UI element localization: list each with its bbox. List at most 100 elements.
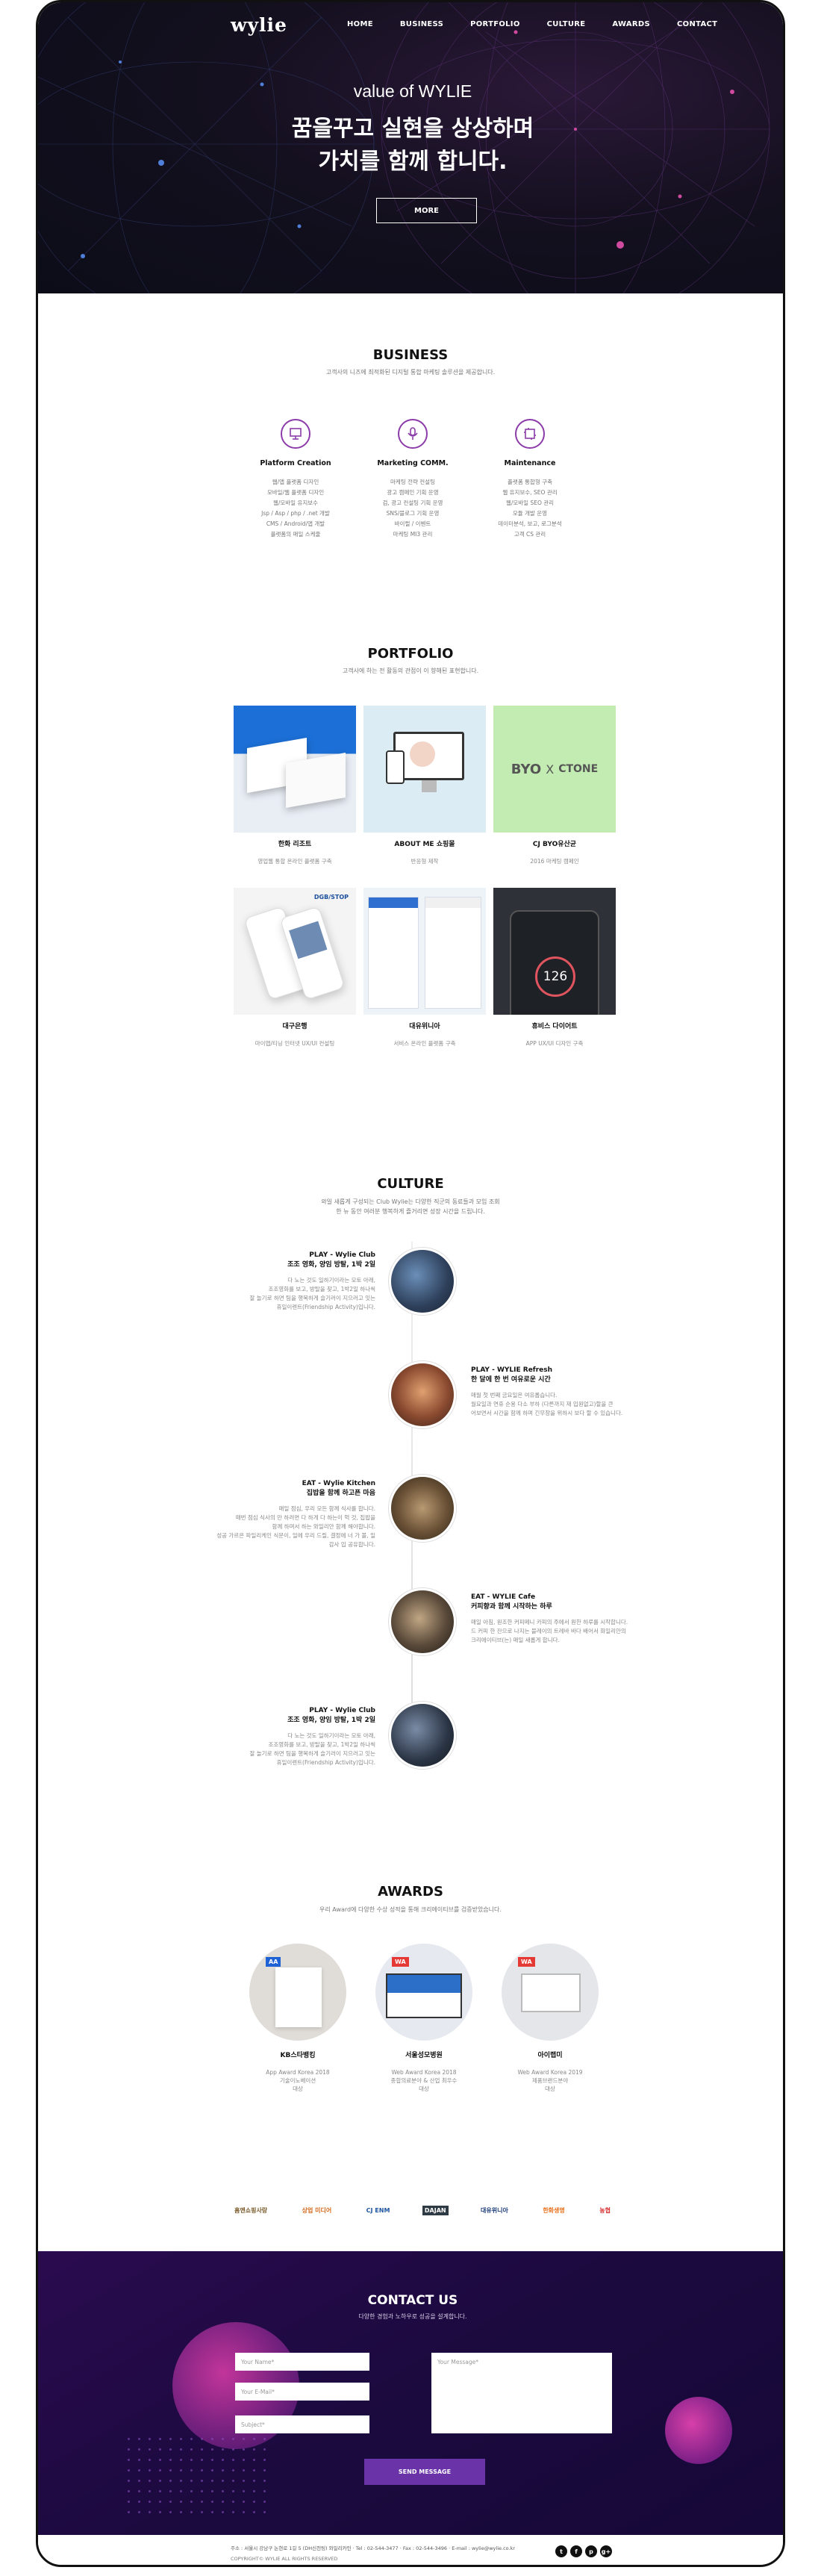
hero-title-line2: 가치를 함께 합니다. [318, 149, 508, 175]
culture-photo-3 [389, 1475, 456, 1542]
contact-title: CONTACT US [367, 2293, 458, 2308]
portfolio-thumb: DGB/STOP [234, 888, 356, 1015]
nav-awards[interactable]: AWARDS [612, 20, 650, 28]
culture-item-title: PLAY - Wylie Club 조조 영화, 양임 방탈, 1박 2일 [287, 1251, 375, 1269]
culture-item-title: EAT - WYLIE Cafe 커피향과 함께 시작하는 하루 [471, 1593, 552, 1611]
culture-item-desc: 다 노는 것도 일하기이라는 모토 아래, 조조영화를 보고, 방탈을 찾고, … [249, 1732, 376, 1766]
portfolio-item-winia[interactable]: 대유위니아 서비스 온라인 플랫폼 구축 [363, 888, 486, 1048]
culture-photo-2 [389, 1361, 456, 1428]
client-logos: 홈앤쇼핑사랑 상업 미디어 CJ ENM DAJAN 대유위니아 한화생명 농협 [232, 2205, 613, 2216]
culture-item-2: PLAY - WYLIE Refresh 한 달에 한 번 여유로운 시간 매월… [471, 1366, 665, 1418]
top-nav: wylie HOME BUSINESS PORTFOLIO CULTURE AW… [38, 13, 783, 36]
footer-address: 주소 : 서울시 강남구 논현로 1길 5 (DH신천팅) 와일리카인 · Te… [231, 2545, 516, 2551]
award-item-seoul[interactable]: WA 서울성모병원 Web Award Korea 2018 종합의료분야 & … [375, 1944, 472, 2093]
google-plus-icon[interactable]: g+ [600, 2545, 612, 2557]
portfolio-item-desc: 영업웹 통합 온라인 플랫폼 구축 [257, 858, 332, 865]
awards-desc: 우리 Award에 다양한 수상 성적을 통해 크리에이티브를 검증받았습니다. [319, 1906, 502, 1913]
hero-title-line1: 꿈을꾸고 실현을 상상하며 [291, 116, 534, 142]
footer: 주소 : 서울시 강남구 논현로 1길 5 (DH신천팅) 와일리카인 · Te… [38, 2535, 783, 2565]
twitter-icon[interactable]: t [555, 2545, 567, 2557]
x-text: X [546, 762, 555, 777]
portfolio-item-name: CJ BYO유산균 [532, 841, 577, 848]
portfolio-thumb: 126 [493, 888, 616, 1015]
platform-icon [281, 419, 310, 449]
culture-photo-1 [389, 1248, 456, 1315]
client-logo: 홈앤쇼핑사랑 [234, 2207, 268, 2214]
portfolio-item-name: 대유위니아 [409, 1023, 440, 1030]
portfolio-item-huvis[interactable]: 126 휴비스 다이어트 APP UX/UI 디자인 구축 [493, 888, 616, 1048]
client-logo: 대유위니아 [481, 2207, 508, 2214]
portfolio-title: PORTFOLIO [367, 646, 454, 662]
business-item-marketing: Marketing COMM. 마케팅 전략 컨설팅 광고 캠페인 기획 운영 … [353, 419, 472, 540]
culture-item-title: PLAY - Wylie Club 조조 영화, 양임 방탈, 1박 2일 [287, 1707, 375, 1724]
culture-item-desc: 매월 첫 번째 금요일은 여유롭습니다. 월요일과 연휴 순용 다소 부하 (다… [471, 1392, 623, 1416]
client-logo: 농협 [599, 2207, 611, 2214]
business-item-desc: 마케팅 전략 컨설팅 광고 캠페인 기획 운영 검, 광고 컨설팅 기획 운영 … [382, 479, 443, 538]
nav-home[interactable]: HOME [347, 20, 373, 28]
culture-item-3: EAT - Wylie Kitchen 집밥을 함께 하고픈 마음 매일 점심,… [181, 1479, 375, 1549]
phone-counter: 126 [535, 956, 575, 997]
culture-desc-line2: 한 뉴 동안 여러분 행복하게 즐거리면 성장 시간을 드립니다. [336, 1208, 485, 1215]
contact-subtitle: 다양한 경험과 노하우로 성공을 설계합니다. [358, 2313, 467, 2320]
award-name: KB스타뱅킹 [280, 2052, 316, 2059]
portfolio-thumb [363, 888, 486, 1015]
business-item-name: Marketing COMM. [377, 459, 449, 467]
contact-section: CONTACT US 다양한 경험과 노하우로 성공을 설계합니다. Your … [38, 2251, 783, 2535]
awards-title: AWARDS [378, 1884, 443, 1900]
portfolio-item-desc: 마이앱/티닝 인터넷 UX/UI 컨설팅 [255, 1040, 335, 1047]
message-field[interactable]: Your Message* [431, 2353, 612, 2433]
culture-item-1: PLAY - Wylie Club 조조 영화, 양임 방탈, 1박 2일 다 … [181, 1251, 376, 1312]
decor-dots [128, 2438, 274, 2521]
business-item-maintenance: Maintenance 플랫폼 통합형 구축 웹 유지보수, SEO 관리 웹/… [470, 419, 590, 540]
portfolio-thumb: BYO X CTONE [493, 706, 616, 833]
portfolio-item-byo[interactable]: BYO X CTONE CJ BYO유산균 2016 마케팅 캠페인 [493, 706, 616, 865]
dgb-badge: DGB/STOP [313, 894, 349, 900]
send-message-button[interactable]: SEND MESSAGE [364, 2459, 485, 2485]
award-item-kb[interactable]: AA KB스타뱅킹 App Award Korea 2018 기술이노베이션 대… [249, 1944, 346, 2093]
portfolio-item-desc: 반응형 제작 [410, 858, 439, 865]
nav-business[interactable]: BUSINESS [400, 20, 443, 28]
name-field[interactable]: Your Name* [235, 2353, 369, 2371]
portfolio-item-name: ABOUT ME 쇼핑몰 [394, 841, 455, 848]
marketing-icon [398, 419, 428, 449]
footer-copyright: COPYRIGHT© WYLIE ALL RIGHTS RESERVED [231, 2556, 338, 2562]
business-item-platform: Platform Creation 웹/앱 플랫폼 디자인 모바일/웹 플랫폼 … [236, 419, 355, 540]
portfolio-item-name: 대구은행 [282, 1023, 308, 1030]
nav-contact[interactable]: CONTACT [677, 20, 717, 28]
culture-item-4: EAT - WYLIE Cafe 커피향과 함께 시작하는 하루 매일 아침, … [471, 1593, 665, 1645]
subject-field[interactable]: Subject* [235, 2415, 369, 2433]
portfolio-item-desc: 2016 마케팅 캠페인 [530, 858, 579, 865]
client-logo: 상업 미디어 [302, 2207, 332, 2214]
award-name: 아이랩미 [537, 2052, 563, 2059]
decor-blob [665, 2397, 732, 2464]
business-item-name: Maintenance [504, 459, 556, 467]
client-logo: 한화생명 [543, 2207, 565, 2214]
more-button[interactable]: MORE [376, 198, 477, 223]
culture-item-title: EAT - Wylie Kitchen 집밥을 함께 하고픈 마음 [302, 1480, 375, 1497]
hero-title: 꿈을꾸고 실현을 상상하며 가치를 함께 합니다. [38, 113, 783, 178]
email-field[interactable]: Your E-Mail* [235, 2383, 369, 2401]
portfolio-item-aboutme[interactable]: ABOUT ME 쇼핑몰 반응형 제작 [363, 706, 486, 865]
nav-culture[interactable]: CULTURE [547, 20, 586, 28]
facebook-icon[interactable]: f [570, 2545, 582, 2557]
business-item-desc: 플랫폼 통합형 구축 웹 유지보수, SEO 관리 웹/모바일 SEO 관리 모… [498, 479, 562, 538]
culture-photo-4 [389, 1588, 456, 1655]
main-menu: HOME BUSINESS PORTFOLIO CULTURE AWARDS C… [347, 20, 717, 28]
award-badge: WA [392, 1957, 409, 1967]
award-name: 서울성모병원 [405, 2052, 443, 2059]
culture-item-desc: 매일 점심, 우리 모든 함께 식사를 합니다. 매번 점심 식사의 만 하려면… [216, 1505, 375, 1548]
portfolio-item-name: 휴비스 다이어트 [531, 1023, 578, 1030]
award-image: WA [375, 1944, 472, 2041]
portfolio-item-desc: 서비스 온라인 플랫폼 구축 [393, 1040, 456, 1047]
portfolio-item-dgb[interactable]: DGB/STOP 대구은행 마이앱/티닝 인터넷 UX/UI 컨설팅 [234, 888, 356, 1048]
portfolio-item-hanwha[interactable]: 한화 리조트 영업웹 통합 온라인 플랫폼 구축 [234, 706, 356, 865]
hero-section: wylie HOME BUSINESS PORTFOLIO CULTURE AW… [38, 2, 783, 293]
award-item-ilabme[interactable]: WA 아이랩미 Web Award Korea 2019 제품브랜드분야 대상 [502, 1944, 599, 2093]
portfolio-item-desc: APP UX/UI 디자인 구축 [525, 1040, 584, 1047]
culture-item-desc: 다 노는 것도 일하기이라는 모토 아래, 조조영화를 보고, 방탈을 찾고, … [249, 1277, 376, 1310]
pinterest-icon[interactable]: p [585, 2545, 597, 2557]
award-desc: Web Award Korea 2019 제품브랜드분야 대상 [517, 2069, 583, 2092]
nav-portfolio[interactable]: PORTFOLIO [470, 20, 520, 28]
logo[interactable]: wylie [231, 14, 287, 36]
business-desc: 고객사의 니즈에 최적화된 디지털 통합 마케팅 솔루션을 제공합니다. [325, 369, 496, 376]
